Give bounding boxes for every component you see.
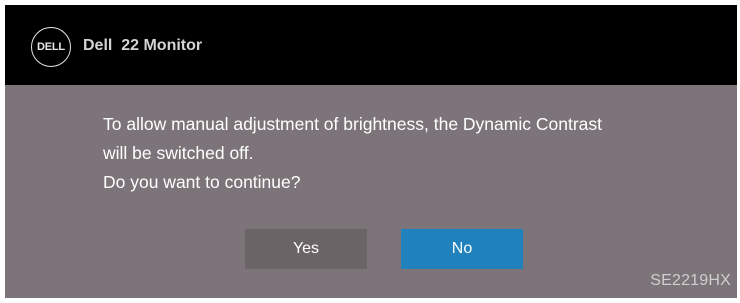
yes-button[interactable]: Yes [245, 229, 367, 269]
message-line-1: To allow manual adjustment of brightness… [103, 114, 602, 134]
message-line-3: Do you want to continue? [103, 172, 301, 192]
message-line-2: will be switched off. [103, 143, 254, 163]
osd-dialog: DELL Dell 22 Monitor To allow manual adj… [5, 5, 737, 298]
dell-logo: DELL [31, 27, 71, 67]
no-button[interactable]: No [401, 229, 523, 269]
monitor-title: Dell 22 Monitor [83, 37, 203, 54]
model-label: SE2219HX [650, 272, 731, 289]
osd-header: DELL Dell 22 Monitor [5, 5, 737, 85]
dialog-message: To allow manual adjustment of brightness… [103, 110, 602, 197]
